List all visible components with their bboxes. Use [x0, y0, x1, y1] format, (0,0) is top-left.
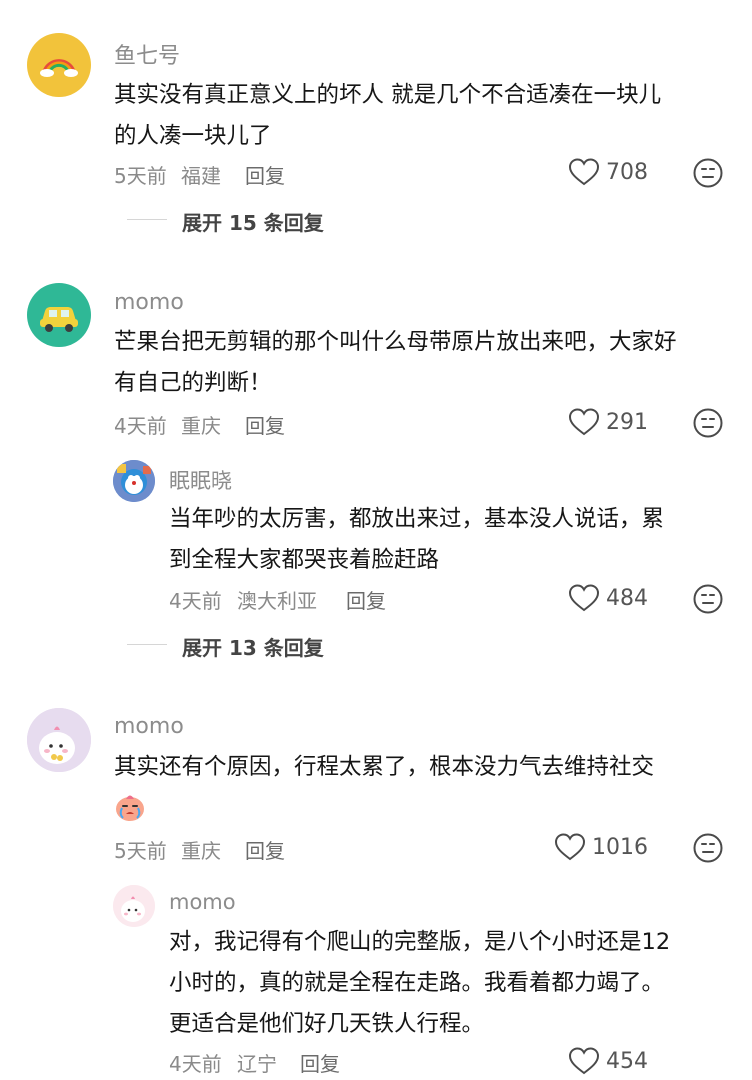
comment-text: 其实没有真正意义上的坏人 就是几个不合适凑在一块儿 的人凑一块儿了 — [114, 75, 661, 157]
reply-button[interactable]: 回复 — [245, 835, 285, 864]
comment-line: 其实还有个原因，行程太累了，根本没力气去维持社交 — [114, 754, 655, 780]
like-button[interactable] — [554, 832, 586, 862]
reply-item: 眠眠晓 当年吵的太厉害，都放出来过，基本没人说话，累 到全程大家都哭丧着脸赶路 … — [0, 455, 752, 615]
username[interactable]: 眠眠晓 — [169, 465, 232, 495]
heart-icon — [568, 158, 600, 186]
divider — [127, 219, 167, 220]
comment-location: 重庆 — [181, 414, 221, 438]
like-count: 1016 — [592, 835, 648, 860]
comment-line: 更适合是他们好几天铁人行程。 — [169, 1011, 485, 1037]
comment-line: 有自己的判断！ — [114, 370, 272, 396]
comment-item: momo 芒果台把无剪辑的那个叫什么母带原片放出来吧，大家好 有自己的判断！ 4… — [0, 270, 752, 670]
comment-line: 到全程大家都哭丧着脸赶路 — [169, 547, 440, 573]
comment-line: 芒果台把无剪辑的那个叫什么母带原片放出来吧，大家好 — [114, 329, 677, 355]
mascot-icon — [27, 708, 91, 772]
comment-location: 重庆 — [181, 839, 221, 863]
expand-replies-button[interactable]: 展开 13 条回复 — [182, 632, 324, 661]
reply-button[interactable]: 回复 — [245, 160, 285, 189]
comment-location: 澳大利亚 — [237, 589, 317, 613]
comment-time: 4天前 — [169, 1052, 222, 1076]
comment-item: 鱼七号 其实没有真正意义上的坏人 就是几个不合适凑在一块儿 的人凑一块儿了 5天… — [0, 0, 752, 250]
neutral-face-icon — [693, 158, 723, 188]
dislike-button[interactable] — [692, 157, 724, 189]
rainbow-icon — [40, 59, 78, 77]
comment-line: 当年吵的太厉害，都放出来过，基本没人说话，累 — [169, 506, 665, 532]
car-icon — [40, 307, 78, 332]
reply-text: 当年吵的太厉害，都放出来过，基本没人说话，累 到全程大家都哭丧着脸赶路 — [169, 499, 664, 581]
heart-icon — [568, 408, 600, 436]
like-count: 291 — [606, 410, 648, 435]
username[interactable]: momo — [169, 890, 236, 914]
comment-line: 的人凑一块儿了 — [114, 123, 272, 149]
expand-replies-button[interactable]: 展开 15 条回复 — [182, 207, 324, 236]
neutral-face-icon — [693, 584, 723, 614]
like-button[interactable] — [568, 407, 600, 437]
comment-text: 其实还有个原因，行程太累了，根本没力气去维持社交 — [114, 747, 654, 788]
cartoon-avatar-icon — [113, 460, 155, 502]
reply-button[interactable]: 回复 — [300, 1048, 340, 1077]
avatar[interactable] — [113, 460, 155, 502]
comment-time: 5天前 — [114, 839, 167, 863]
reply-text: 对，我记得有个爬山的完整版，是八个小时还是12 小时的，真的就是全程在走路。我看… — [169, 922, 670, 1045]
comment-time: 4天前 — [169, 589, 222, 613]
avatar[interactable] — [27, 283, 91, 347]
comment-line: 小时的，真的就是全程在走路。我看着都力竭了。 — [169, 970, 665, 996]
comment-line: 对，我记得有个爬山的完整版，是八个小时还是12 — [169, 929, 671, 955]
comment-time: 4天前 — [114, 414, 167, 438]
like-button[interactable] — [568, 157, 600, 187]
reply-button[interactable]: 回复 — [245, 410, 285, 439]
comment-line: 其实没有真正意义上的坏人 就是几个不合适凑在一块儿 — [114, 82, 662, 108]
neutral-face-icon — [693, 833, 723, 863]
reply-item: momo 对，我记得有个爬山的完整版，是八个小时还是12 小时的，真的就是全程在… — [0, 880, 752, 1080]
comment-location: 辽宁 — [237, 1052, 277, 1076]
divider — [127, 644, 167, 645]
comment-text: 芒果台把无剪辑的那个叫什么母带原片放出来吧，大家好 有自己的判断！ — [114, 322, 677, 404]
username[interactable]: momo — [114, 714, 184, 739]
like-button[interactable] — [568, 1046, 600, 1076]
like-count: 454 — [606, 1049, 648, 1074]
avatar[interactable] — [113, 885, 155, 927]
comment-item: momo 其实还有个原因，行程太累了，根本没力气去维持社交 5天前 重庆 回复 … — [0, 700, 752, 1080]
mascot-icon — [113, 885, 155, 927]
username[interactable]: momo — [114, 290, 184, 315]
heart-icon — [568, 1047, 600, 1075]
comment-location: 福建 — [181, 164, 221, 188]
heart-icon — [554, 833, 586, 861]
like-count: 484 — [606, 586, 648, 611]
comment-time: 5天前 — [114, 164, 167, 188]
avatar[interactable] — [27, 708, 91, 772]
like-button[interactable] — [568, 583, 600, 613]
crying-emoji-icon — [114, 792, 146, 822]
dislike-button[interactable] — [692, 583, 724, 615]
username[interactable]: 鱼七号 — [114, 38, 180, 70]
heart-icon — [568, 584, 600, 612]
reply-button[interactable]: 回复 — [346, 585, 386, 614]
dislike-button[interactable] — [692, 407, 724, 439]
like-count: 708 — [606, 160, 648, 185]
neutral-face-icon — [693, 408, 723, 438]
dislike-button[interactable] — [692, 832, 724, 864]
avatar[interactable] — [27, 33, 91, 97]
